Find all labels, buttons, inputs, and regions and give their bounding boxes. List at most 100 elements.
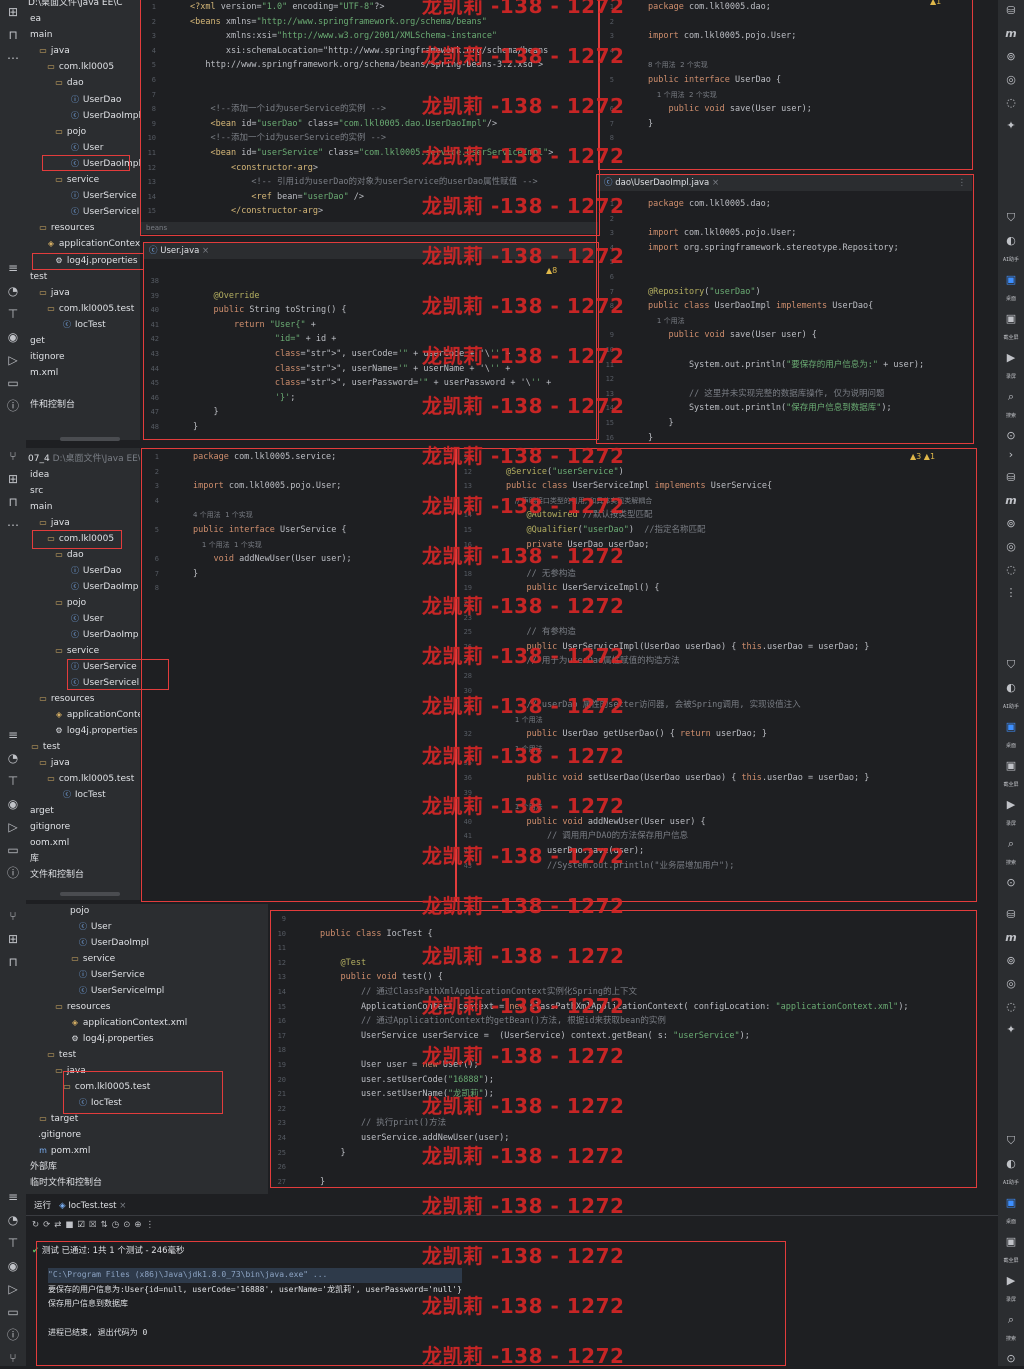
tree-item[interactable]: ⓒ UserServiceImpl <box>78 984 164 998</box>
tree-item[interactable]: 库 <box>30 852 39 866</box>
git-icon[interactable]: ⑂ <box>5 448 21 464</box>
tree-item[interactable]: ⚙ log4j.properties <box>54 724 137 738</box>
run-icon[interactable]: ▷ <box>5 1281 21 1297</box>
tree-item[interactable]: ▭ com.lkl0005 <box>46 532 114 546</box>
more-icon[interactable]: ⋮ <box>958 175 967 191</box>
more-icon[interactable]: ⋯ <box>5 517 21 533</box>
tree-item[interactable]: ▭ java <box>38 516 70 530</box>
usage-hint[interactable]: 1 个用法 <box>506 742 976 757</box>
tree-item[interactable]: arget <box>30 804 54 818</box>
tree-item[interactable]: 件和控制台 <box>30 398 75 412</box>
line-gutter[interactable]: 9 10 11 12 13 14 15 16 17 18 19 20 21 22 23 24 25 26 27 <box>270 912 314 1192</box>
code-area[interactable]: package com.lkl0005.service; import com.l… <box>193 450 456 596</box>
structure-icon[interactable]: ⊞ <box>5 931 21 947</box>
tree-item[interactable]: ⓒ IocTest <box>62 788 106 802</box>
tree-item[interactable]: main <box>30 28 53 42</box>
tree-item[interactable]: ▭ test <box>46 1048 76 1062</box>
daoimpl-editor[interactable]: 1 2 3 4 5 6 7 8 9 10 11 12 13 14 15 16 package com.lkl00… <box>598 197 972 444</box>
tree-item[interactable]: ⓒ UserDaoImpl <box>70 157 140 171</box>
tree-item[interactable]: ▭ com.lkl0005.test <box>46 302 134 316</box>
tree-item[interactable]: ▭ test <box>30 740 60 754</box>
notification-icon[interactable]: ◎ <box>1003 977 1019 991</box>
line-gutter[interactable]: 11 12 13 14 15 16 17 18 19 22 23 25 26 27 28 30 31 32 35 36… <box>456 450 500 900</box>
build-icon[interactable]: ⊤ <box>5 773 21 789</box>
gradle-icon[interactable]: ◌ <box>1003 1000 1019 1014</box>
screenshot-icon[interactable]: ▣ <box>1003 759 1019 773</box>
code-area[interactable]: package com.lkl0005.dao; import com.lkl00… <box>648 197 972 444</box>
run-icon[interactable]: ▷ <box>5 819 21 835</box>
list-icon[interactable]: ≡ <box>5 727 21 743</box>
tree-item[interactable]: test <box>30 270 47 284</box>
tree-item[interactable]: ▭ dao <box>54 548 83 562</box>
line-gutter[interactable]: 38 39 40 41 42 43 44 45 46 47 48 49 <box>143 274 187 439</box>
rerun-icon[interactable]: ↻ <box>32 1220 43 1230</box>
tree-item[interactable]: ▭ resources <box>38 692 94 706</box>
desktop-icon[interactable]: ▣ <box>1003 720 1019 734</box>
tree-item[interactable]: 文件和控制台 <box>30 868 84 882</box>
tree-item[interactable]: ▭ pojo <box>54 596 86 610</box>
git-icon[interactable]: ⑂ <box>5 1350 21 1366</box>
tree-item[interactable]: ▭ java <box>54 1064 86 1078</box>
gradle-icon[interactable]: ◌ <box>1003 96 1019 110</box>
shield-icon[interactable]: ⛉ <box>1003 211 1019 225</box>
tree-item[interactable]: ⓒ User <box>70 612 103 626</box>
bookmark-icon[interactable]: ⊓ <box>5 494 21 510</box>
rerun-failed-icon[interactable]: ⟳ <box>43 1220 54 1230</box>
plugin-icon[interactable]: ⊚ <box>1003 50 1019 64</box>
tree-item[interactable]: gitignore <box>30 820 70 834</box>
ai-assistant-icon[interactable]: ✦ <box>1003 119 1019 133</box>
tree-item[interactable]: ◈ applicationContex <box>54 708 140 722</box>
close-icon[interactable]: × <box>119 1201 126 1211</box>
maven-icon[interactable]: m <box>1003 931 1019 945</box>
more-icon[interactable]: ⋮ <box>1003 586 1019 600</box>
tree-item[interactable]: ⓒ UserDaoImpl <box>78 936 149 950</box>
screenshot-icon[interactable]: ▣ <box>1003 1235 1019 1249</box>
git-icon[interactable]: ⑂ <box>5 908 21 924</box>
tree-item[interactable]: .gitignore <box>38 1128 81 1142</box>
problems-icon[interactable]: ⓘ <box>5 1327 21 1343</box>
ai-assistant-icon[interactable]: ✦ <box>1003 1023 1019 1037</box>
tree-item[interactable]: ⓒ UserDaoImp <box>70 628 138 642</box>
tree-item[interactable]: ▭ com.lkl0005 <box>46 60 114 74</box>
daoimpl-tab[interactable]: ⓒ dao\UserDaoImpl.java × ⋮ <box>598 175 972 191</box>
close-icon[interactable]: × <box>712 178 719 188</box>
code-area[interactable]: @Service("userService") public class User… <box>506 450 976 873</box>
tree-item[interactable]: main <box>30 500 53 514</box>
ai-helper-icon[interactable]: ◐ <box>1003 234 1019 248</box>
tree-item[interactable]: ⓘ UserService <box>70 189 137 203</box>
problems-icon[interactable]: ⓘ <box>5 865 21 881</box>
notification-icon[interactable]: ◎ <box>1003 73 1019 87</box>
services-icon[interactable]: ◉ <box>5 796 21 812</box>
database-icon[interactable]: ⛁ <box>1003 471 1019 485</box>
list-icon[interactable]: ≡ <box>5 260 21 276</box>
userdao-warning-badge[interactable]: ▲1 <box>930 0 941 6</box>
tree-item[interactable]: ▭ service <box>54 644 99 658</box>
search-icon[interactable]: ⌕ <box>1003 1313 1019 1327</box>
tree-item[interactable]: ▭ java <box>38 44 70 58</box>
terminal-icon[interactable]: ▭ <box>5 1304 21 1320</box>
tree-item[interactable]: ⓒ UserServiceIm <box>70 205 140 219</box>
tree-item[interactable]: ⓒ User <box>70 141 103 155</box>
usage-hint[interactable]: 1 个用法 1 个实现 <box>193 538 456 553</box>
run-icon[interactable]: ▷ <box>5 352 21 368</box>
tree-item[interactable]: src <box>30 484 43 498</box>
search-icon[interactable]: ⌕ <box>1003 390 1019 404</box>
userservice-editor[interactable]: 1 2 3 4 5 6 7 8 package com.lkl0005.service; impo… <box>143 450 456 900</box>
tree-item[interactable]: get <box>30 334 45 348</box>
tree-item[interactable]: ea <box>30 12 41 26</box>
terminal-icon[interactable]: ▭ <box>5 375 21 391</box>
record-icon[interactable]: ▶ <box>1003 798 1019 812</box>
settings-icon[interactable]: ⊙ <box>1003 429 1019 443</box>
cancel-icon[interactable]: ☒ <box>89 1220 101 1230</box>
record-icon[interactable]: ▶ <box>1003 351 1019 365</box>
usage-hint[interactable]: // 声明接口类型的引用, 和具体实现类解耦合 <box>506 494 976 509</box>
tree-item[interactable]: ▭ pojo <box>54 125 86 139</box>
tree-item[interactable]: 外部库 <box>30 1160 57 1174</box>
shield-icon[interactable]: ⛉ <box>1003 1134 1019 1148</box>
desktop-icon[interactable]: ▣ <box>1003 273 1019 287</box>
tree-item[interactable]: 临时文件和控制台 <box>30 1176 102 1190</box>
bookmark-icon[interactable]: ⊓ <box>5 27 21 43</box>
usage-hint[interactable]: 1 个用法 <box>506 800 976 815</box>
tree-item[interactable]: ▭ target <box>38 1112 78 1126</box>
export-icon[interactable]: ⊕ <box>134 1220 145 1230</box>
